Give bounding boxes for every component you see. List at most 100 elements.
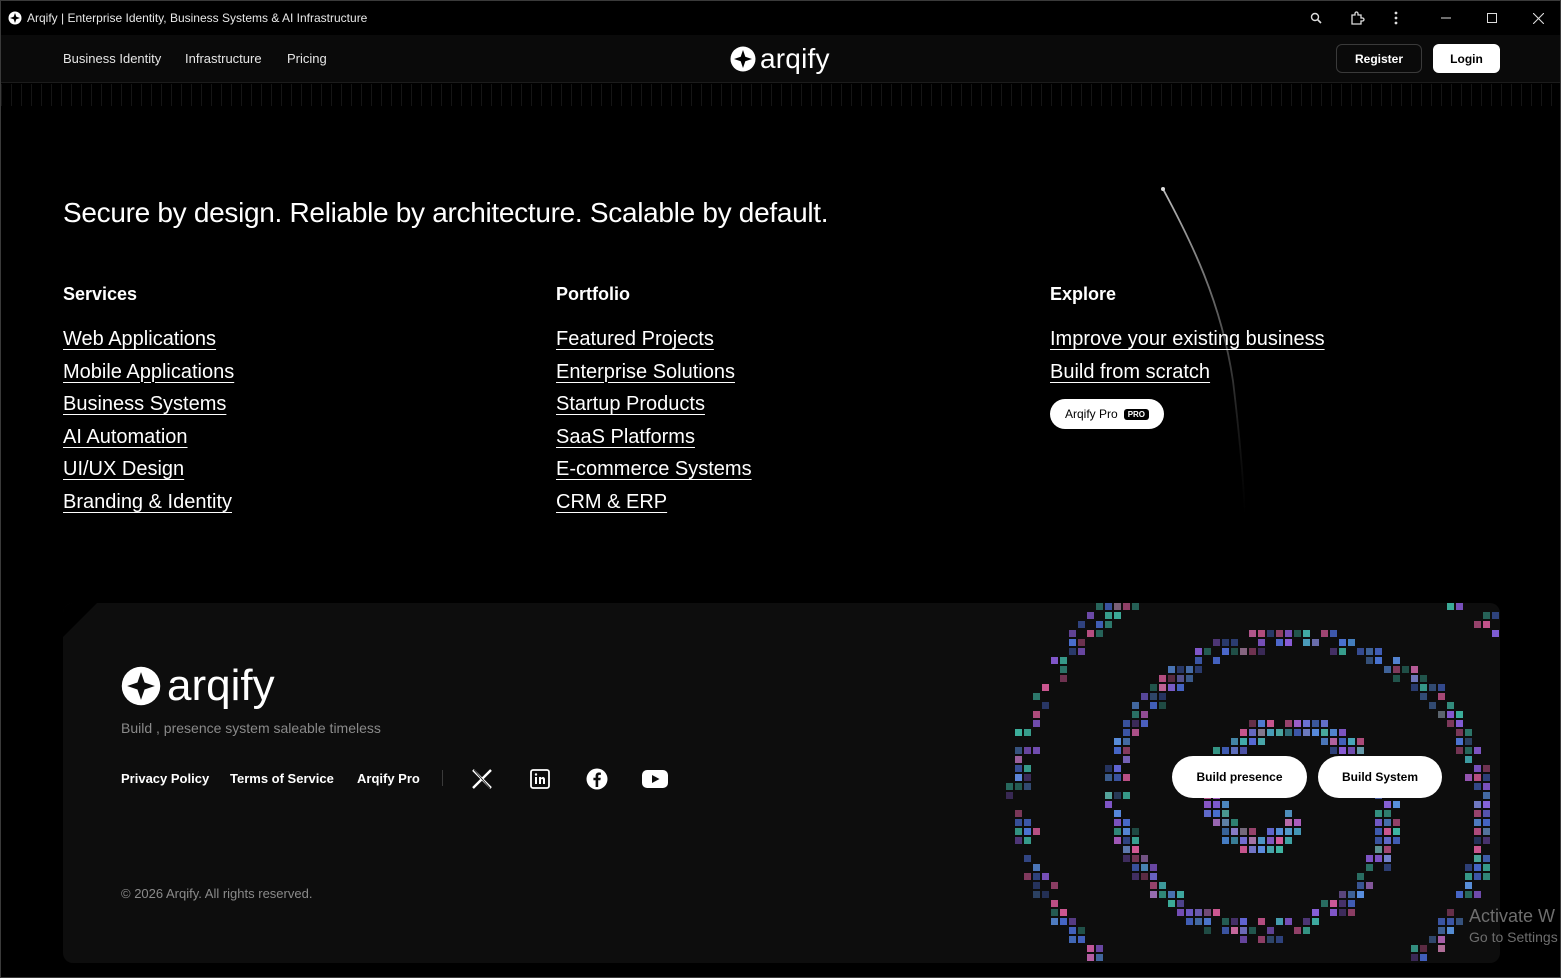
build-system-button[interactable]: Build System: [1318, 756, 1442, 798]
arqify-pro-button[interactable]: Arqify Pro PRO: [1050, 399, 1165, 430]
portfolio-link-saas-platforms[interactable]: SaaS Platforms: [556, 426, 695, 448]
spiral-pixel: [1348, 891, 1355, 898]
explore-link-improve-business[interactable]: Improve your existing business: [1050, 328, 1325, 350]
service-link-branding-identity[interactable]: Branding & Identity: [63, 491, 232, 513]
spiral-pixel: [1123, 720, 1130, 727]
spiral-pixel: [1195, 657, 1202, 664]
extensions-icon[interactable]: [1346, 7, 1368, 29]
spiral-pixel: [1411, 945, 1418, 952]
service-link-business-systems[interactable]: Business Systems: [63, 393, 226, 415]
spiral-pixel: [1006, 783, 1013, 790]
spiral-pixel: [1042, 873, 1049, 880]
spiral-pixel: [1132, 603, 1139, 610]
spiral-pixel: [1060, 675, 1067, 682]
spiral-pixel: [1474, 747, 1481, 754]
arqify-pro-link[interactable]: Arqify Pro: [357, 771, 420, 786]
spiral-pixel: [1105, 765, 1112, 772]
maximize-icon[interactable]: [1481, 7, 1503, 29]
spiral-pixel: [1303, 927, 1310, 934]
brand-logo[interactable]: arqify: [730, 43, 830, 75]
login-button[interactable]: Login: [1433, 44, 1500, 73]
spiral-pixel: [1312, 720, 1319, 727]
windows-activation-watermark: Activate W Go to Settings: [1469, 906, 1558, 945]
spiral-pixel: [1375, 819, 1382, 826]
spiral-pixel: [1159, 702, 1166, 709]
spiral-pixel: [1375, 837, 1382, 844]
explore-heading: Explore: [1050, 284, 1117, 304]
x-icon[interactable]: [469, 766, 495, 792]
spiral-pixel: [1186, 918, 1193, 925]
spiral-pixel: [1249, 648, 1256, 655]
spiral-pixel: [1240, 846, 1247, 853]
spiral-pixel: [1078, 936, 1085, 943]
service-link-ui-ux-design[interactable]: UI/UX Design: [63, 458, 184, 480]
spiral-pixel: [1474, 801, 1481, 808]
spiral-pixel: [1357, 648, 1364, 655]
spiral-pixel: [1033, 882, 1040, 889]
service-link-ai-automation[interactable]: AI Automation: [63, 426, 188, 448]
spiral-pixel: [1357, 882, 1364, 889]
spiral-pixel: [1141, 711, 1148, 718]
portfolio-link-featured-projects[interactable]: Featured Projects: [556, 328, 714, 350]
linkedin-icon[interactable]: [527, 766, 553, 792]
build-presence-button[interactable]: Build presence: [1172, 756, 1307, 798]
spiral-pixel: [1015, 828, 1022, 835]
spiral-pixel: [1159, 675, 1166, 682]
spiral-pixel: [1150, 873, 1157, 880]
spiral-pixel: [1465, 738, 1472, 745]
spiral-pixel: [1105, 792, 1112, 799]
spiral-pixel: [1222, 747, 1229, 754]
spiral-pixel: [1177, 900, 1184, 907]
footer-brand-logo[interactable]: arqify: [121, 661, 275, 711]
spiral-pixel: [1438, 693, 1445, 700]
youtube-icon[interactable]: [642, 766, 668, 792]
terms-of-service-link[interactable]: Terms of Service: [230, 771, 334, 786]
spiral-pixel: [1033, 711, 1040, 718]
spiral-pixel: [1222, 819, 1229, 826]
spiral-pixel: [1105, 774, 1112, 781]
spiral-pixel: [1240, 936, 1247, 943]
spiral-pixel: [1033, 693, 1040, 700]
spiral-pixel: [1051, 909, 1058, 916]
spiral-pixel: [1384, 846, 1391, 853]
service-link-web-applications[interactable]: Web Applications: [63, 328, 216, 350]
spiral-pixel: [1168, 891, 1175, 898]
spiral-pixel: [1294, 720, 1301, 727]
nav-link-pricing[interactable]: Pricing: [287, 51, 327, 66]
register-button[interactable]: Register: [1336, 44, 1422, 73]
portfolio-link-enterprise-solutions[interactable]: Enterprise Solutions: [556, 361, 735, 383]
spiral-pixel: [1321, 900, 1328, 907]
more-menu-icon[interactable]: [1385, 7, 1407, 29]
spiral-pixel: [1456, 729, 1463, 736]
spiral-pixel: [1348, 738, 1355, 745]
explore-link-build-from-scratch[interactable]: Build from scratch: [1050, 361, 1210, 383]
spiral-pixel: [1213, 747, 1220, 754]
spiral-pixel: [1015, 837, 1022, 844]
spiral-pixel: [1222, 639, 1229, 646]
portfolio-link-startup-products[interactable]: Startup Products: [556, 393, 705, 415]
spiral-pixel: [1411, 684, 1418, 691]
spiral-pixel: [1447, 918, 1454, 925]
service-link-mobile-applications[interactable]: Mobile Applications: [63, 361, 234, 383]
spiral-pixel: [1024, 855, 1031, 862]
spiral-pixel: [1375, 855, 1382, 862]
spiral-pixel: [1249, 927, 1256, 934]
spiral-pixel: [1294, 828, 1301, 835]
nav-link-infrastructure[interactable]: Infrastructure: [185, 51, 262, 66]
minimize-icon[interactable]: [1435, 7, 1457, 29]
portfolio-link-crm-erp[interactable]: CRM & ERP: [556, 491, 667, 513]
portfolio-link-ecommerce-systems[interactable]: E-commerce Systems: [556, 458, 752, 480]
privacy-policy-link[interactable]: Privacy Policy: [121, 771, 209, 786]
spiral-pixel: [1303, 639, 1310, 646]
zoom-icon[interactable]: [1305, 7, 1327, 29]
spiral-pixel: [1357, 891, 1364, 898]
facebook-icon[interactable]: [584, 766, 610, 792]
spiral-pixel: [1177, 675, 1184, 682]
spiral-pixel: [1465, 756, 1472, 763]
spiral-pixel: [1339, 639, 1346, 646]
spiral-pixel: [1123, 756, 1130, 763]
spiral-pixel: [1087, 945, 1094, 952]
close-icon[interactable]: [1527, 7, 1549, 29]
nav-link-business-identity[interactable]: Business Identity: [63, 51, 161, 66]
spiral-pixel: [1294, 630, 1301, 637]
